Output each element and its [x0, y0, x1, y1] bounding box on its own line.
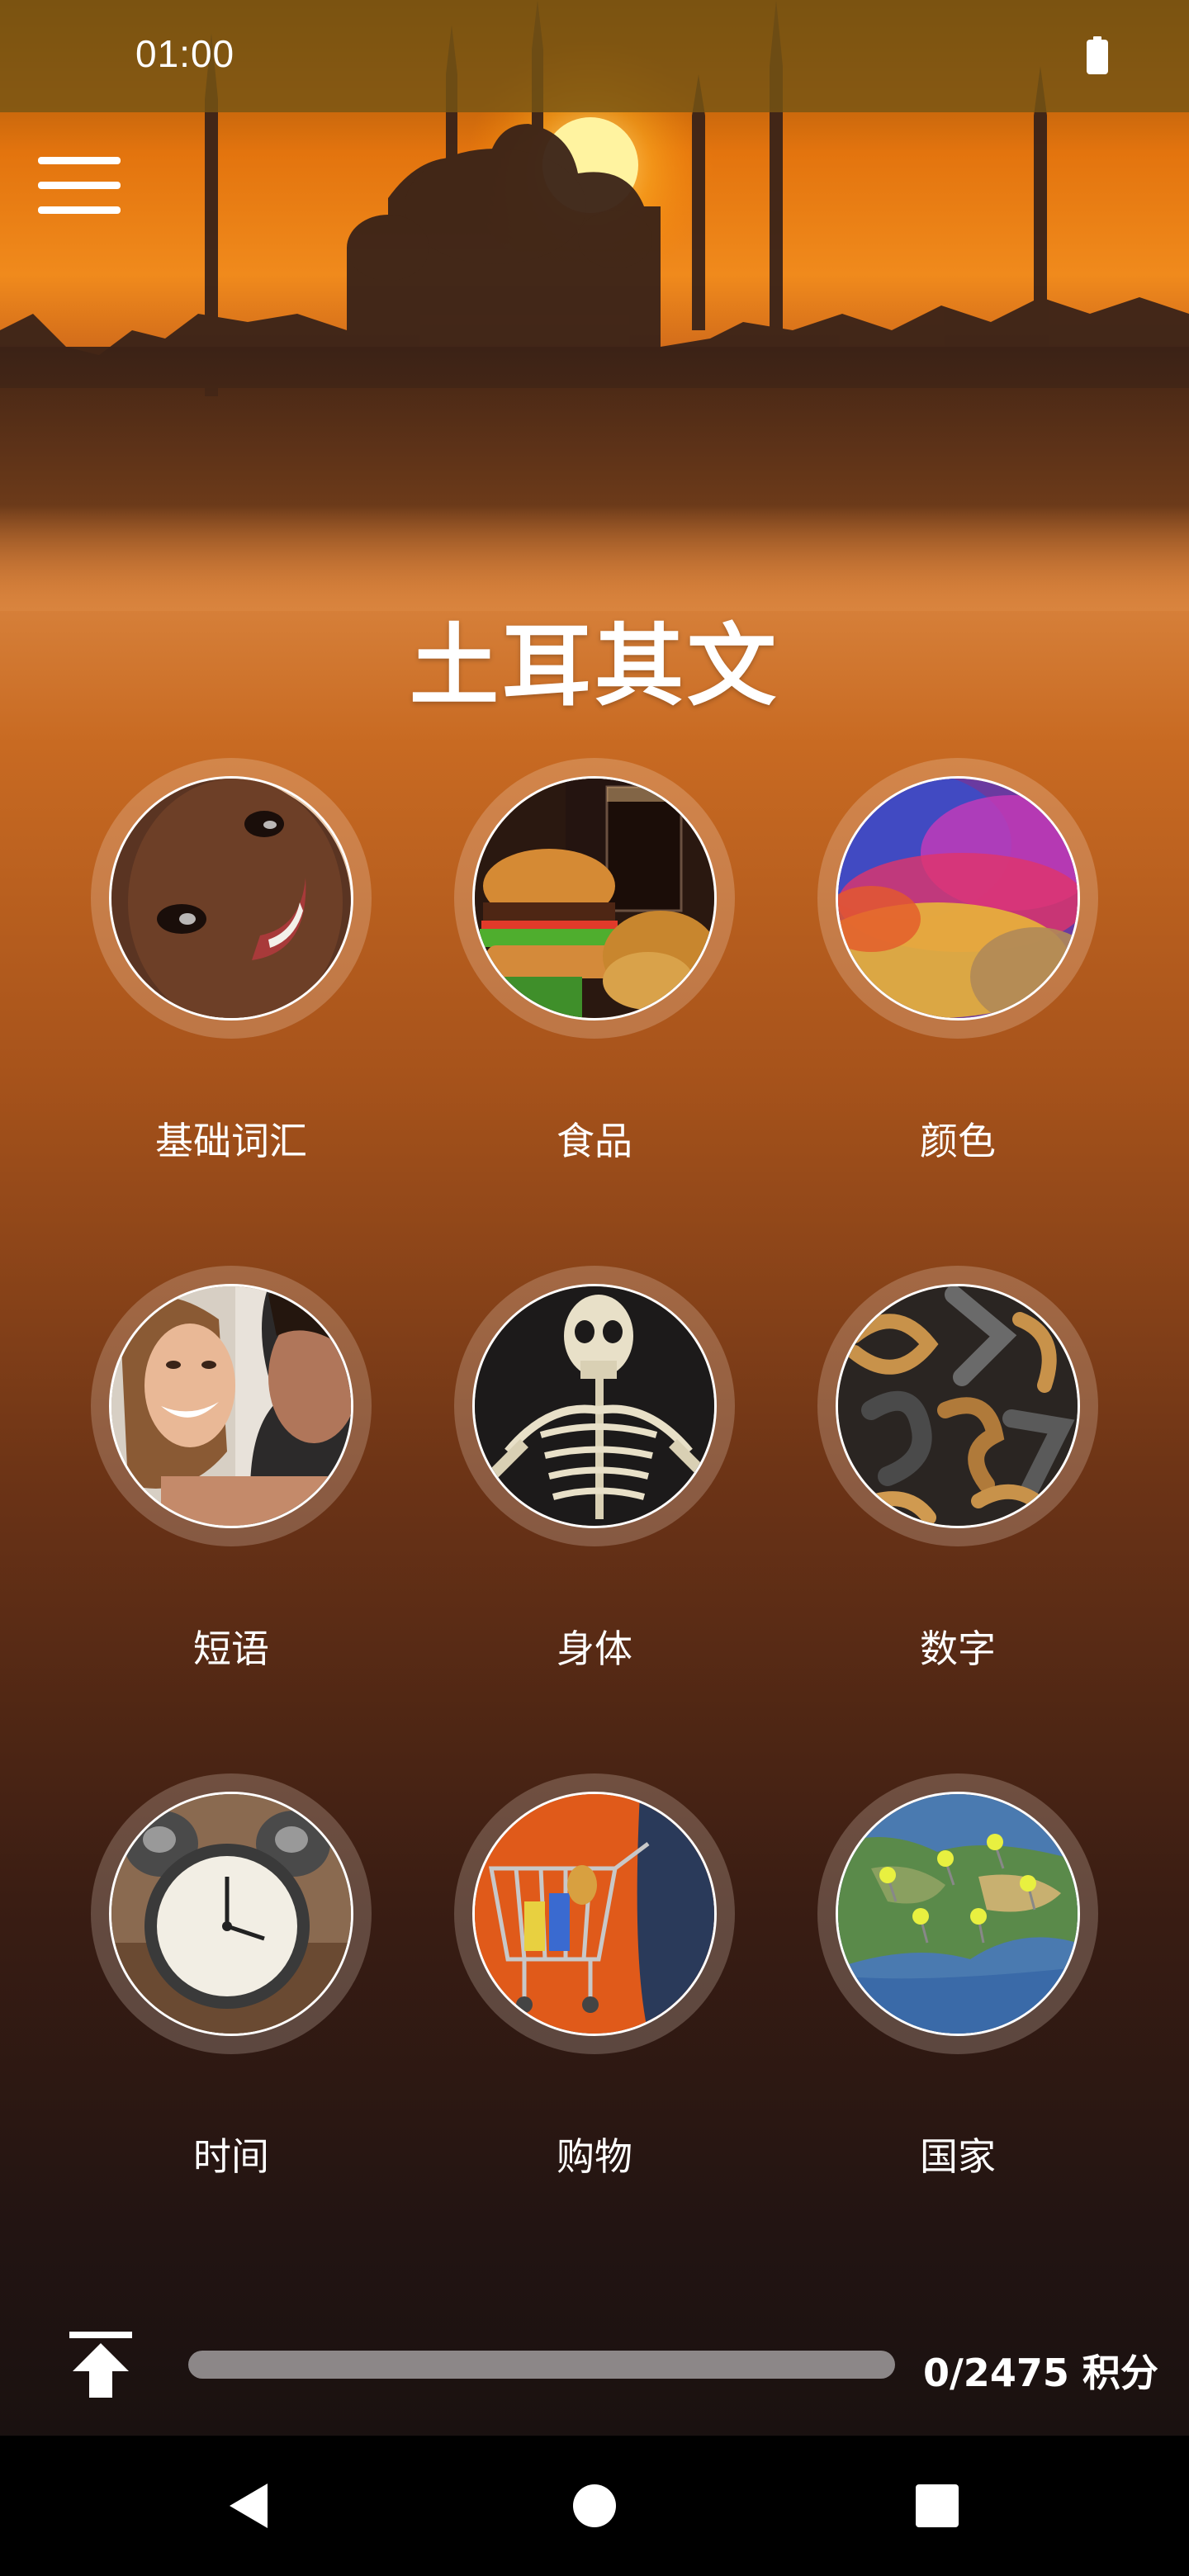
upload-arrow-icon[interactable]	[69, 2332, 132, 2398]
home-circle-icon[interactable]	[566, 2477, 623, 2535]
category-label: 食品	[557, 1119, 632, 1163]
category-label: 购物	[557, 2134, 632, 2179]
smiling-woman-photo	[109, 1284, 353, 1528]
shopping-cart-photo	[472, 1792, 717, 2036]
battery-icon	[1087, 36, 1108, 74]
category-tile-basic-vocabulary[interactable]: 基础词汇	[50, 758, 413, 1187]
points-progress-bar: 0/2475 积分	[0, 2312, 1189, 2436]
alarm-clock-photo	[109, 1792, 353, 2036]
tile-ring	[91, 1266, 372, 1546]
category-tile-numbers[interactable]: 数字	[776, 1266, 1139, 1695]
color-powder-photo	[836, 776, 1080, 1020]
skeleton-photo	[472, 1284, 717, 1528]
category-label: 短语	[193, 1627, 269, 1671]
category-label: 颜色	[920, 1119, 996, 1163]
tile-ring	[454, 758, 735, 1039]
baby-face-photo	[109, 776, 353, 1020]
category-tile-phrases[interactable]: 短语	[50, 1266, 413, 1695]
tile-ring	[91, 1773, 372, 2054]
map-pins-photo	[836, 1792, 1080, 2036]
category-tile-time[interactable]: 时间	[50, 1773, 413, 2203]
status-bar: 01:00	[0, 0, 1189, 112]
tile-ring	[454, 1773, 735, 2054]
points-counter: 0/2475 积分	[923, 2351, 1158, 2395]
tile-ring	[817, 1266, 1098, 1546]
page-title: 土耳其文	[409, 615, 779, 718]
burger-meal-photo	[472, 776, 717, 1020]
category-label: 基础词汇	[155, 1119, 307, 1163]
category-label: 时间	[193, 2134, 269, 2179]
system-navigation-bar	[0, 2436, 1189, 2576]
category-tile-body[interactable]: 身体	[413, 1266, 776, 1695]
category-tile-shopping[interactable]: 购物	[413, 1773, 776, 2203]
tile-ring	[454, 1266, 735, 1546]
category-tile-countries[interactable]: 国家	[776, 1773, 1139, 2203]
recents-square-icon[interactable]	[908, 2477, 966, 2535]
back-triangle-icon[interactable]	[221, 2477, 279, 2535]
category-label: 数字	[920, 1627, 996, 1671]
app-screen: 01:00 土耳其文 基础词汇 食品 颜色 短语 身体 数字 时间 购物 国家 …	[0, 0, 1189, 2576]
category-label: 身体	[557, 1627, 632, 1671]
category-tile-colors[interactable]: 颜色	[776, 758, 1139, 1187]
tile-ring	[91, 758, 372, 1039]
tile-ring	[817, 1773, 1098, 2054]
category-label: 国家	[920, 2134, 996, 2179]
hamburger-menu-icon[interactable]	[33, 149, 126, 223]
status-time: 01:00	[135, 32, 235, 75]
progress-track	[188, 2351, 895, 2379]
metal-numbers-photo	[836, 1284, 1080, 1528]
tile-ring	[817, 758, 1098, 1039]
category-tile-food[interactable]: 食品	[413, 758, 776, 1187]
